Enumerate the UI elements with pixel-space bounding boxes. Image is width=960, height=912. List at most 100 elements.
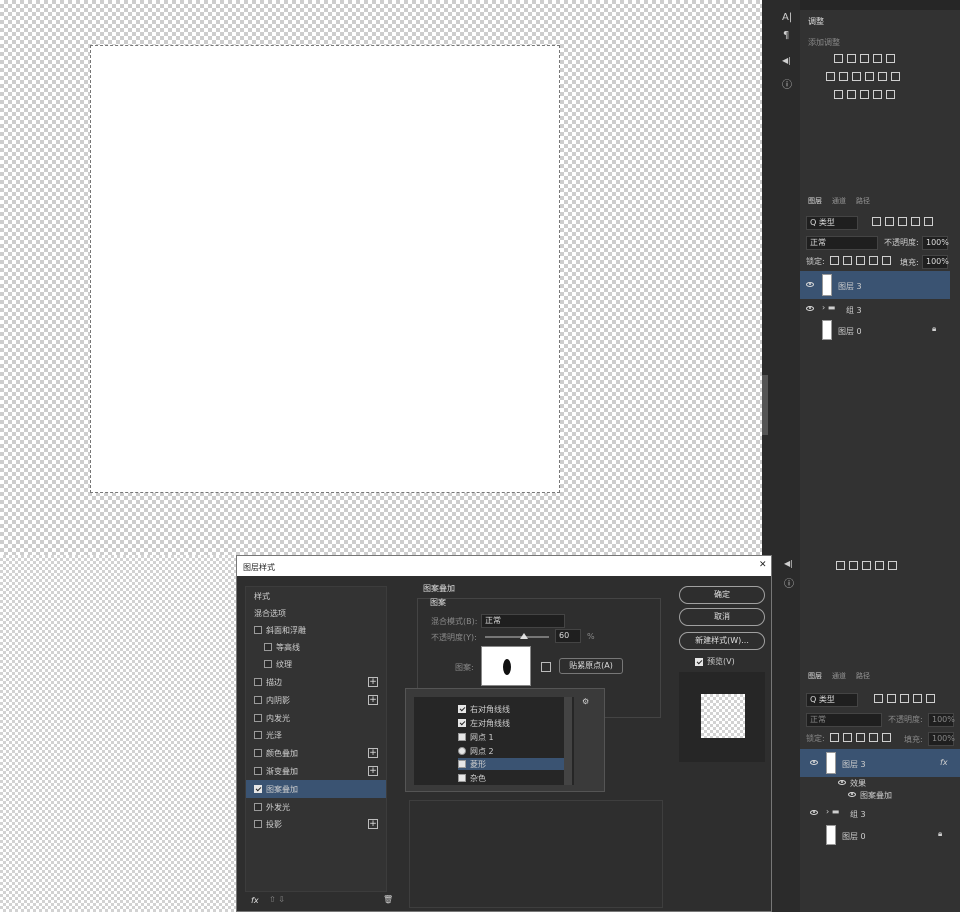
move-up-icon[interactable]: ⇧ ⇩ [269, 895, 285, 904]
opacity-slider[interactable] [485, 636, 549, 638]
layer-name: 组 3 [850, 810, 866, 819]
tab-layers[interactable]: 图层 [808, 196, 822, 206]
list-item[interactable]: 网点 2 [458, 745, 494, 757]
list-item-inner-glow[interactable]: 内发光 [246, 709, 386, 727]
blend-mode-select[interactable]: 正常 [481, 614, 565, 628]
paragraph-icon[interactable]: ¶ [783, 30, 789, 41]
list-item-stroke[interactable]: 描边 + [246, 673, 386, 691]
adjustment-icons-row3[interactable] [832, 90, 897, 101]
layer-row-group[interactable]: › ▬ 组 3 [800, 803, 960, 823]
list-item-satin[interactable]: 光泽 [246, 726, 386, 744]
layer-row-0[interactable]: 图层 0 🔒︎ [800, 823, 960, 847]
fill-field[interactable]: 100% [922, 255, 949, 269]
opacity-field[interactable]: 100% [922, 236, 949, 250]
fill-field[interactable]: 100% [928, 732, 955, 746]
group-title: 图案 [430, 598, 446, 607]
tab-layers[interactable]: 图层 [808, 671, 822, 681]
tab-paths[interactable]: 路径 [856, 196, 870, 206]
cancel-button[interactable]: 取消 [679, 608, 765, 626]
layer-row-0[interactable]: 图层 0 🔒︎ [800, 319, 950, 341]
pattern-overlay-effect-row[interactable]: 图案叠加 [800, 789, 960, 801]
visibility-eye-icon[interactable] [848, 792, 856, 797]
character-icon[interactable]: A| [782, 12, 792, 23]
blend-mode-label: 混合模式(B): [431, 617, 478, 626]
info-icon[interactable]: ⓘ [782, 76, 792, 91]
blend-mode-select[interactable]: 正常 [806, 236, 878, 250]
list-item-inner-shadow[interactable]: 内阴影 + [246, 691, 386, 709]
list-item-styles[interactable]: 样式 [246, 587, 386, 605]
visibility-eye-icon[interactable] [810, 760, 818, 765]
adjustment-icons-row1[interactable] [832, 54, 897, 65]
list-item-blending[interactable]: 混合选项 [246, 604, 386, 622]
pattern-swatch[interactable] [481, 646, 531, 686]
adjustments-title[interactable]: 调整 [808, 16, 824, 27]
snap-origin-button[interactable]: 贴紧原点(A) [559, 658, 623, 674]
ok-button[interactable]: 确定 [679, 586, 765, 604]
adjustment-icons-row2[interactable] [824, 72, 902, 83]
layer-row-group[interactable]: › ▬ 组 3 [800, 299, 950, 319]
opacity-label: 不透明度: [888, 715, 923, 724]
list-item[interactable]: 杂色 [458, 772, 486, 784]
visibility-eye-icon[interactable] [806, 306, 814, 311]
lock-icons[interactable] [828, 256, 893, 267]
picker-scrollbar[interactable] [564, 697, 572, 785]
adjustment-icons-row3[interactable] [834, 561, 899, 572]
layer-thumbnail [826, 752, 836, 774]
close-icon[interactable]: ✕ [759, 560, 767, 570]
list-item-pattern-overlay[interactable]: 图案叠加 [246, 780, 386, 798]
new-preset-icon[interactable] [541, 662, 551, 672]
list-item-texture[interactable]: 纹理 [246, 655, 386, 673]
properties-icon[interactable]: ◀| [784, 559, 793, 568]
layer-row-3[interactable]: 图层 3 [800, 271, 950, 299]
list-item-gradient-overlay[interactable]: 渐变叠加 + [246, 762, 386, 780]
effects-label: 效果 [850, 779, 866, 788]
properties-icon[interactable]: ◀| [782, 56, 791, 65]
list-item-selected[interactable]: 菱形 [458, 758, 564, 770]
settings-lower-area [409, 800, 663, 908]
list-item-outer-glow[interactable]: 外发光 [246, 798, 386, 816]
filter-icons[interactable] [872, 694, 937, 705]
fx-badge[interactable]: fx [940, 758, 948, 767]
list-item[interactable]: 左对角线线 [458, 717, 510, 729]
opacity-field[interactable]: 100% [928, 713, 955, 727]
layer-filter[interactable]: Q 类型 [806, 693, 858, 707]
list-item-contour[interactable]: 等高线 [246, 638, 386, 656]
preview-checkbox[interactable] [695, 657, 703, 666]
fx-menu-icon[interactable]: fx [251, 896, 259, 905]
tab-paths[interactable]: 路径 [856, 671, 870, 681]
effects-row[interactable]: 效果 [800, 777, 960, 789]
trash-icon[interactable]: 🗑︎ [383, 895, 393, 904]
visibility-eye-icon[interactable] [838, 780, 846, 785]
layer-thumbnail [822, 274, 832, 296]
gear-icon[interactable]: ⚙︎ [582, 697, 589, 706]
layer-name: 图层 0 [838, 327, 862, 336]
layer-name: 图层 3 [842, 760, 866, 769]
list-item[interactable]: 网点 1 [458, 731, 494, 743]
document-canvas[interactable] [90, 45, 560, 493]
list-item-color-overlay[interactable]: 颜色叠加 + [246, 744, 386, 762]
info-icon[interactable]: ⓘ [784, 575, 794, 590]
fill-label: 填充: [904, 735, 923, 744]
scroll-handle[interactable] [762, 375, 768, 435]
opacity-slider-thumb[interactable] [520, 633, 528, 639]
list-item-drop-shadow[interactable]: 投影 + [246, 815, 386, 833]
layer-filter[interactable]: Q 类型 [806, 216, 858, 230]
pattern-overlay-label: 图案叠加 [860, 791, 892, 800]
blend-mode-select[interactable]: 正常 [806, 713, 882, 727]
tab-channels[interactable]: 通道 [832, 671, 846, 681]
lock-icon: 🔒︎ [932, 324, 937, 333]
filter-icons[interactable] [870, 217, 935, 228]
dialog-titlebar[interactable]: 图层样式 ✕ [237, 556, 771, 576]
layer-thumbnail [822, 320, 832, 340]
list-item[interactable]: 右对角线线 [458, 703, 510, 715]
list-item-bevel[interactable]: 斜面和浮雕 [246, 621, 386, 639]
preview-row[interactable]: 预览(V) [695, 656, 735, 667]
layer-row-3[interactable]: 图层 3 fx [800, 749, 960, 777]
visibility-eye-icon[interactable] [806, 282, 814, 287]
new-style-button[interactable]: 新建样式(W)... [679, 632, 765, 650]
visibility-eye-icon[interactable] [810, 810, 818, 815]
opacity-field[interactable]: 60 [555, 629, 581, 643]
pattern-label: 图案: [455, 663, 474, 672]
lock-icons[interactable] [828, 733, 893, 744]
tab-channels[interactable]: 通道 [832, 196, 846, 206]
